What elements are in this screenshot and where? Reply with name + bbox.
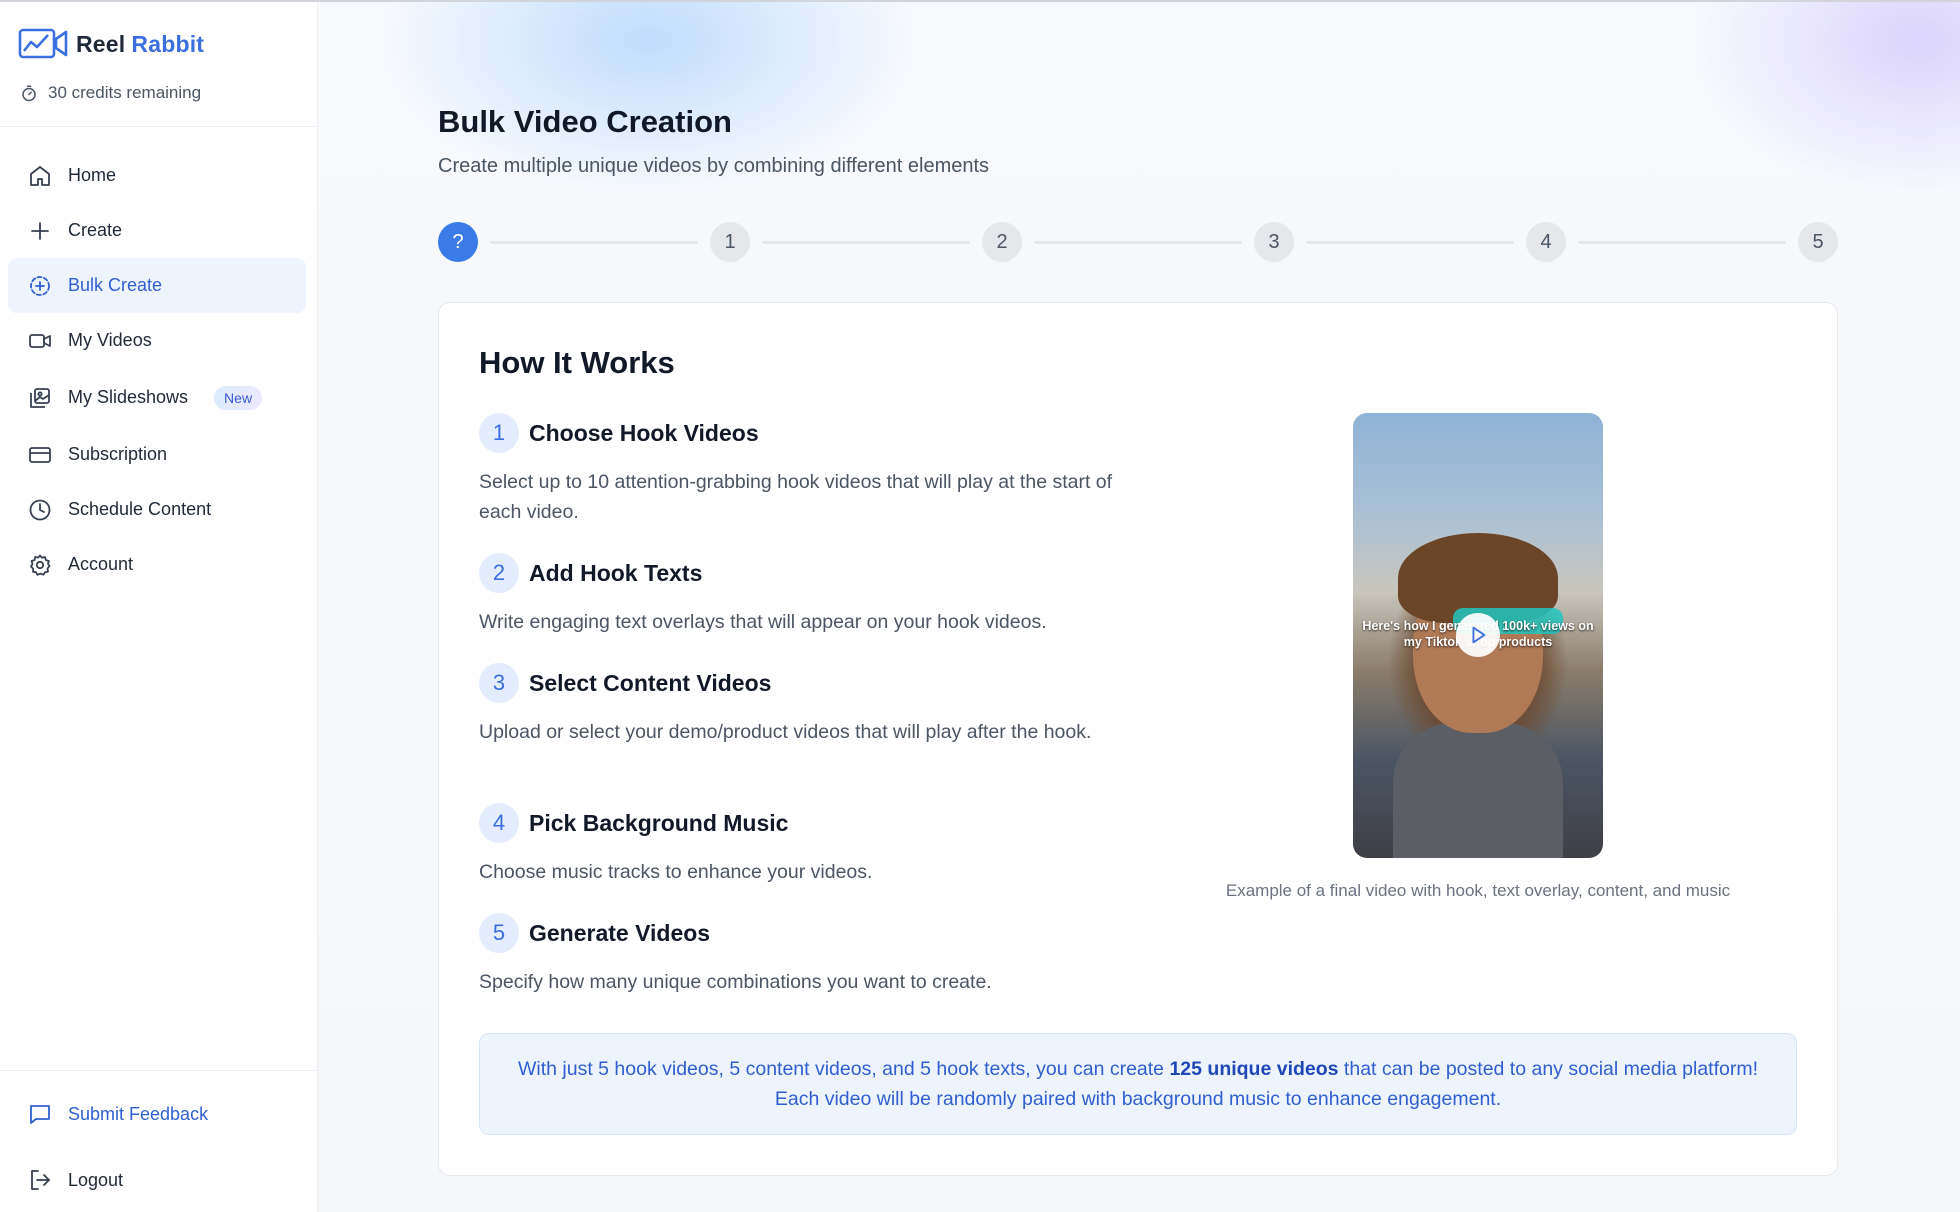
card-title: How It Works — [479, 345, 675, 380]
step-number: 3 — [479, 663, 519, 703]
stepper-connector — [762, 241, 970, 244]
main-content: Bulk Video Creation Create multiple uniq… — [318, 0, 1960, 1212]
logout-button[interactable]: Logout — [28, 1168, 123, 1192]
sidebar-item-label: Create — [68, 220, 123, 240]
step-description: Specify how many unique combinations you… — [479, 971, 992, 993]
video-frame-shape — [1393, 723, 1563, 858]
step-description: Upload or select your demo/product video… — [479, 721, 1092, 743]
play-button[interactable] — [1456, 613, 1500, 657]
video-camera-icon — [29, 333, 51, 348]
submit-feedback-button[interactable]: Submit Feedback — [28, 1102, 208, 1126]
video-caption: Example of a final video with hook, text… — [1225, 881, 1731, 900]
page-subtitle: Create multiple unique videos by combini… — [438, 155, 990, 177]
how-step: 1 Choose Hook Videos Select up to 10 att… — [479, 413, 1159, 527]
sidebar-item-create[interactable]: Create — [8, 203, 306, 258]
stepper-step-5[interactable]: 5 — [1798, 222, 1838, 262]
gear-icon — [30, 554, 51, 576]
timer-icon — [22, 85, 36, 102]
brand-name: Reel Rabbit — [76, 30, 205, 57]
sidebar-item-bulk-create[interactable]: Bulk Create — [8, 258, 306, 313]
sidebar-item-my-videos[interactable]: My Videos — [8, 313, 306, 368]
info-callout: With just 5 hook videos, 5 content video… — [479, 1033, 1797, 1135]
sidebar-item-label: Home — [68, 165, 117, 185]
step-title: Choose Hook Videos — [529, 419, 759, 446]
sidebar-item-schedule-content[interactable]: Schedule Content — [8, 482, 306, 537]
sidebar-item-subscription[interactable]: Subscription — [8, 427, 306, 482]
sidebar-item-label: Bulk Create — [68, 275, 163, 295]
credits-remaining: 30 credits remaining — [20, 83, 201, 103]
logout-icon — [31, 1170, 50, 1190]
step-title: Pick Background Music — [529, 809, 789, 836]
example-video-player[interactable]: Here's how I generated 100k+ views on my… — [1353, 413, 1603, 858]
sidebar-item-account[interactable]: Account — [8, 537, 306, 592]
sidebar-item-label: My Videos — [68, 330, 152, 350]
stepper-connector — [490, 241, 698, 244]
step-title: Select Content Videos — [529, 669, 772, 696]
sidebar-item-label: Schedule Content — [68, 499, 212, 519]
stepper-step-4[interactable]: 4 — [1526, 222, 1566, 262]
sidebar-item-label: Subscription — [68, 444, 168, 464]
how-it-works-card: How It Works 1 Choose Hook Videos Select… — [438, 302, 1838, 1176]
sidebar-item-label: Account — [68, 554, 134, 574]
credit-card-icon — [29, 446, 51, 463]
step-description: Write engaging text overlays that will a… — [479, 611, 1047, 633]
step-description: Select up to 10 attention-grabbing hook … — [479, 471, 1113, 523]
stepper-step-3[interactable]: 3 — [1254, 222, 1294, 262]
step-number: 1 — [479, 413, 519, 453]
home-icon — [30, 165, 50, 186]
step-number: 2 — [479, 553, 519, 593]
stepper-connector — [1034, 241, 1242, 244]
chart-camera-logo-icon — [18, 28, 68, 59]
sidebar-item-my-slideshows[interactable]: My Slideshows New — [8, 368, 306, 427]
window-top-border — [0, 0, 1960, 2]
logout-label: Logout — [68, 1169, 124, 1190]
step-number: 5 — [479, 913, 519, 953]
how-step: 3 Select Content Videos Upload or select… — [479, 663, 1159, 747]
brand[interactable]: Reel Rabbit — [18, 26, 204, 62]
stepper-connector — [1306, 241, 1514, 244]
divider — [0, 126, 318, 127]
stepper-connector — [1578, 241, 1786, 244]
step-number: 4 — [479, 803, 519, 843]
step-description: Choose music tracks to enhance your vide… — [479, 861, 873, 883]
how-step: 2 Add Hook Texts Write engaging text ove… — [479, 553, 1159, 637]
new-badge: New — [214, 385, 263, 410]
step-title: Add Hook Texts — [529, 559, 703, 586]
step-title: Generate Videos — [529, 919, 711, 946]
sidebar: Reel Rabbit 30 credits remaining Home Cre… — [0, 0, 318, 1212]
stepper-step-1[interactable]: 1 — [710, 222, 750, 262]
submit-feedback-label: Submit Feedback — [68, 1103, 209, 1124]
message-square-icon — [30, 1105, 50, 1124]
page-title: Bulk Video Creation — [438, 104, 732, 139]
info-text: With just 5 hook videos, 5 content video… — [517, 1058, 1759, 1110]
stepper-step-intro[interactable]: ? — [438, 222, 478, 262]
play-icon — [1472, 626, 1486, 644]
sidebar-item-home[interactable]: Home — [8, 148, 306, 203]
images-icon — [30, 387, 50, 408]
divider — [0, 1070, 318, 1071]
sidebar-nav: Home Create Bulk Create My Videos My Sli… — [8, 148, 306, 592]
stepper: ? 1 2 3 4 5 — [438, 222, 1838, 262]
clock-icon — [29, 499, 51, 520]
plus-icon — [31, 221, 49, 240]
sidebar-item-label: My Slideshows — [68, 387, 189, 407]
credits-text: 30 credits remaining — [48, 83, 202, 102]
how-step: 5 Generate Videos Specify how many uniqu… — [479, 913, 1159, 997]
stepper-step-2[interactable]: 2 — [982, 222, 1022, 262]
how-step: 4 Pick Background Music Choose music tra… — [479, 803, 1159, 887]
info-highlight: 125 unique videos — [1169, 1058, 1339, 1080]
dashed-plus-circle-icon — [30, 275, 50, 296]
